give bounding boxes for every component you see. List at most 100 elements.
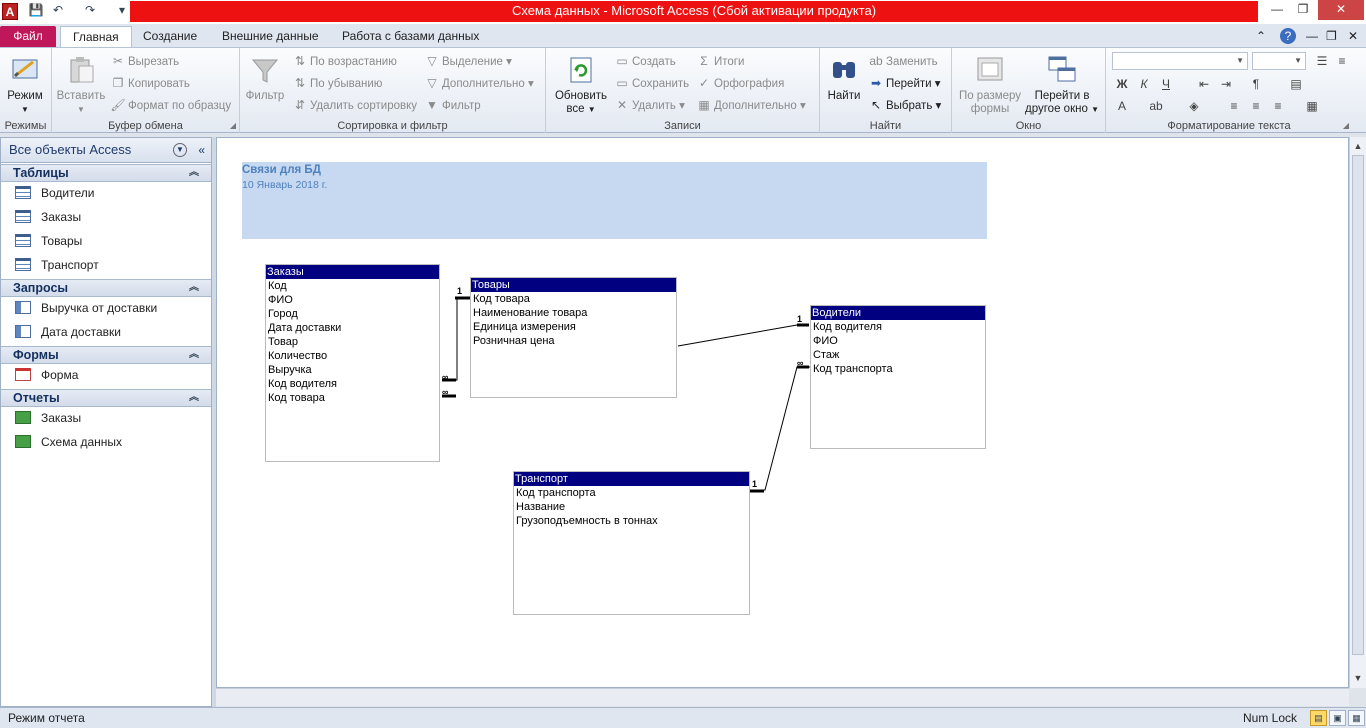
fill-color-icon[interactable]: ◈: [1184, 97, 1204, 115]
bullets-icon[interactable]: ☰: [1312, 52, 1332, 70]
nav-item-query[interactable]: Дата доставки: [15, 322, 121, 342]
nav-item-table[interactable]: Транспорт: [15, 255, 99, 275]
doc-restore-button[interactable]: ❐: [1326, 26, 1337, 48]
save-icon[interactable]: 💾: [28, 3, 44, 19]
access-app-icon[interactable]: A: [2, 3, 18, 20]
align-right-icon[interactable]: ≡: [1268, 97, 1288, 115]
view-button[interactable]: Режим ▼: [4, 54, 46, 116]
table-field: Название: [516, 501, 566, 513]
relation-line: [750, 366, 810, 491]
section-reports-label: Отчеты: [13, 391, 60, 405]
collapse-nav-icon[interactable]: «: [198, 138, 205, 162]
restore-button[interactable]: ❐: [1288, 0, 1318, 20]
format-painter-button[interactable]: 🖌 Формат по образцу: [110, 96, 231, 114]
nav-item-table[interactable]: Водители: [15, 183, 94, 203]
nav-item-table[interactable]: Заказы: [15, 207, 81, 227]
sort-ascending-button[interactable]: ⇅ По возрастанию: [292, 52, 397, 70]
totals-button[interactable]: Σ Итоги: [696, 52, 744, 70]
tab-database-tools[interactable]: Работа с базами данных: [330, 26, 491, 48]
table-field: Стаж: [813, 349, 840, 361]
clipboard-launcher-icon[interactable]: ◢: [230, 121, 236, 130]
undo-icon[interactable]: ↶: [50, 3, 66, 19]
horizontal-scrollbar[interactable]: [216, 688, 1349, 706]
text-format-launcher-icon[interactable]: ◢: [1343, 121, 1349, 130]
report-view-icon[interactable]: ▤: [1310, 710, 1327, 726]
tab-home[interactable]: Главная: [60, 26, 132, 48]
font-name-select[interactable]: ▼: [1112, 52, 1248, 70]
more-records-button[interactable]: ▦ Дополнительно ▾: [696, 96, 805, 114]
redo-icon[interactable]: ↷: [82, 3, 98, 19]
font-color-button[interactable]: A: [1112, 97, 1132, 115]
customize-qat-icon[interactable]: ▾: [114, 3, 130, 19]
help-icon[interactable]: ?: [1280, 28, 1296, 44]
cut-label: Вырезать: [128, 56, 180, 68]
paragraph-icon[interactable]: ¶: [1246, 75, 1266, 93]
doc-close-button[interactable]: ✕: [1348, 26, 1358, 48]
doc-minimize-button[interactable]: —: [1306, 26, 1318, 48]
indent-decrease-icon[interactable]: ⇤: [1194, 75, 1214, 93]
nav-menu-dropdown-icon[interactable]: ▼: [173, 143, 187, 157]
vertical-scrollbar[interactable]: ▲ ▼: [1349, 137, 1366, 688]
nav-section-queries[interactable]: Запросы ︽: [1, 279, 211, 297]
filter-button[interactable]: Фильтр: [244, 54, 286, 103]
more-label: Дополнительно: [714, 100, 797, 112]
nav-section-forms[interactable]: Формы ︽: [1, 346, 211, 364]
save-record-button[interactable]: ▭ Сохранить: [614, 74, 689, 92]
delete-record-button[interactable]: ✕ Удалить ▾: [614, 96, 685, 114]
table-box-title: Товары: [471, 278, 676, 292]
minimize-ribbon-icon[interactable]: ⌃: [1256, 26, 1266, 48]
numbering-icon[interactable]: ≡: [1332, 52, 1352, 70]
nav-item-form[interactable]: Форма: [15, 365, 78, 385]
cut-button[interactable]: ✂ Вырезать: [110, 52, 179, 70]
underline-button[interactable]: Ч: [1156, 75, 1176, 93]
advanced-filter-button[interactable]: ▽ Дополнительно ▾: [424, 74, 533, 92]
clear-sort-icon: ⇵: [294, 98, 306, 112]
goto-arrow-icon: ➡: [870, 76, 882, 90]
scroll-up-icon[interactable]: ▲: [1350, 138, 1366, 154]
bold-button[interactable]: Ж: [1112, 75, 1132, 93]
indent-increase-icon[interactable]: ⇥: [1216, 75, 1236, 93]
italic-button[interactable]: К: [1134, 75, 1154, 93]
nav-section-reports[interactable]: Отчеты ︽: [1, 389, 211, 407]
copy-button[interactable]: ❐ Копировать: [110, 74, 190, 92]
nav-item-table[interactable]: Товары: [15, 231, 82, 251]
new-record-button[interactable]: ▭ Создать: [614, 52, 675, 70]
toggle-filter-button[interactable]: ▼ Фильтр: [424, 96, 481, 114]
highlight-icon[interactable]: ab: [1146, 97, 1166, 115]
print-preview-icon[interactable]: ▣: [1329, 710, 1346, 726]
align-left-icon[interactable]: ≡: [1224, 97, 1244, 115]
nav-item-report[interactable]: Заказы: [15, 408, 81, 428]
nav-item-report[interactable]: Схема данных: [15, 432, 122, 452]
refresh-all-button[interactable]: Обновить все ▼: [552, 54, 610, 116]
replace-icon: ab: [869, 54, 883, 68]
switch-window-button[interactable]: Перейти в другое окно ▼: [1024, 54, 1100, 116]
gridlines-icon[interactable]: ▦: [1302, 97, 1322, 115]
find-button[interactable]: Найти: [826, 54, 862, 103]
align-center-icon[interactable]: ≡: [1246, 97, 1266, 115]
nav-item-query[interactable]: Выручка от доставки: [15, 298, 157, 318]
layout-view-icon[interactable]: ▦: [1348, 710, 1365, 726]
tab-create[interactable]: Создание: [131, 26, 209, 48]
nav-section-tables[interactable]: Таблицы ︽: [1, 164, 211, 182]
spelling-button[interactable]: ✓ Орфография: [696, 74, 784, 92]
paste-button[interactable]: Вставить ▼: [56, 54, 106, 116]
tab-file[interactable]: Файл: [0, 26, 56, 48]
font-size-select[interactable]: ▼: [1252, 52, 1306, 70]
replace-button[interactable]: ab Заменить: [868, 52, 937, 70]
select-button[interactable]: ↖ Выбрать ▾: [868, 96, 941, 114]
scroll-down-icon[interactable]: ▼: [1350, 670, 1366, 686]
nav-pane-header[interactable]: Все объекты Access ▼ «: [1, 138, 211, 163]
close-button[interactable]: ✕: [1318, 0, 1364, 20]
group-find: Найти ab Заменить ➡ Перейти ▾ ↖ Выбрать ▾ Н…: [820, 48, 952, 133]
table-field: Код товара: [268, 392, 325, 404]
goto-button[interactable]: ➡ Перейти ▾: [868, 74, 941, 92]
sort-descending-button[interactable]: ⇅ По убыванию: [292, 74, 382, 92]
selection-button[interactable]: ▽ Выделение ▾: [424, 52, 512, 70]
remove-sort-button[interactable]: ⇵ Удалить сортировку: [292, 96, 417, 114]
table-field: Код транспорта: [516, 487, 596, 499]
line-style-icon[interactable]: ▤: [1286, 75, 1306, 93]
group-modes: Режим ▼ Режимы: [0, 48, 52, 133]
fit-to-form-button[interactable]: По размеру формы: [956, 54, 1024, 116]
scroll-thumb[interactable]: [1352, 155, 1364, 655]
tab-external-data[interactable]: Внешние данные: [210, 26, 331, 48]
